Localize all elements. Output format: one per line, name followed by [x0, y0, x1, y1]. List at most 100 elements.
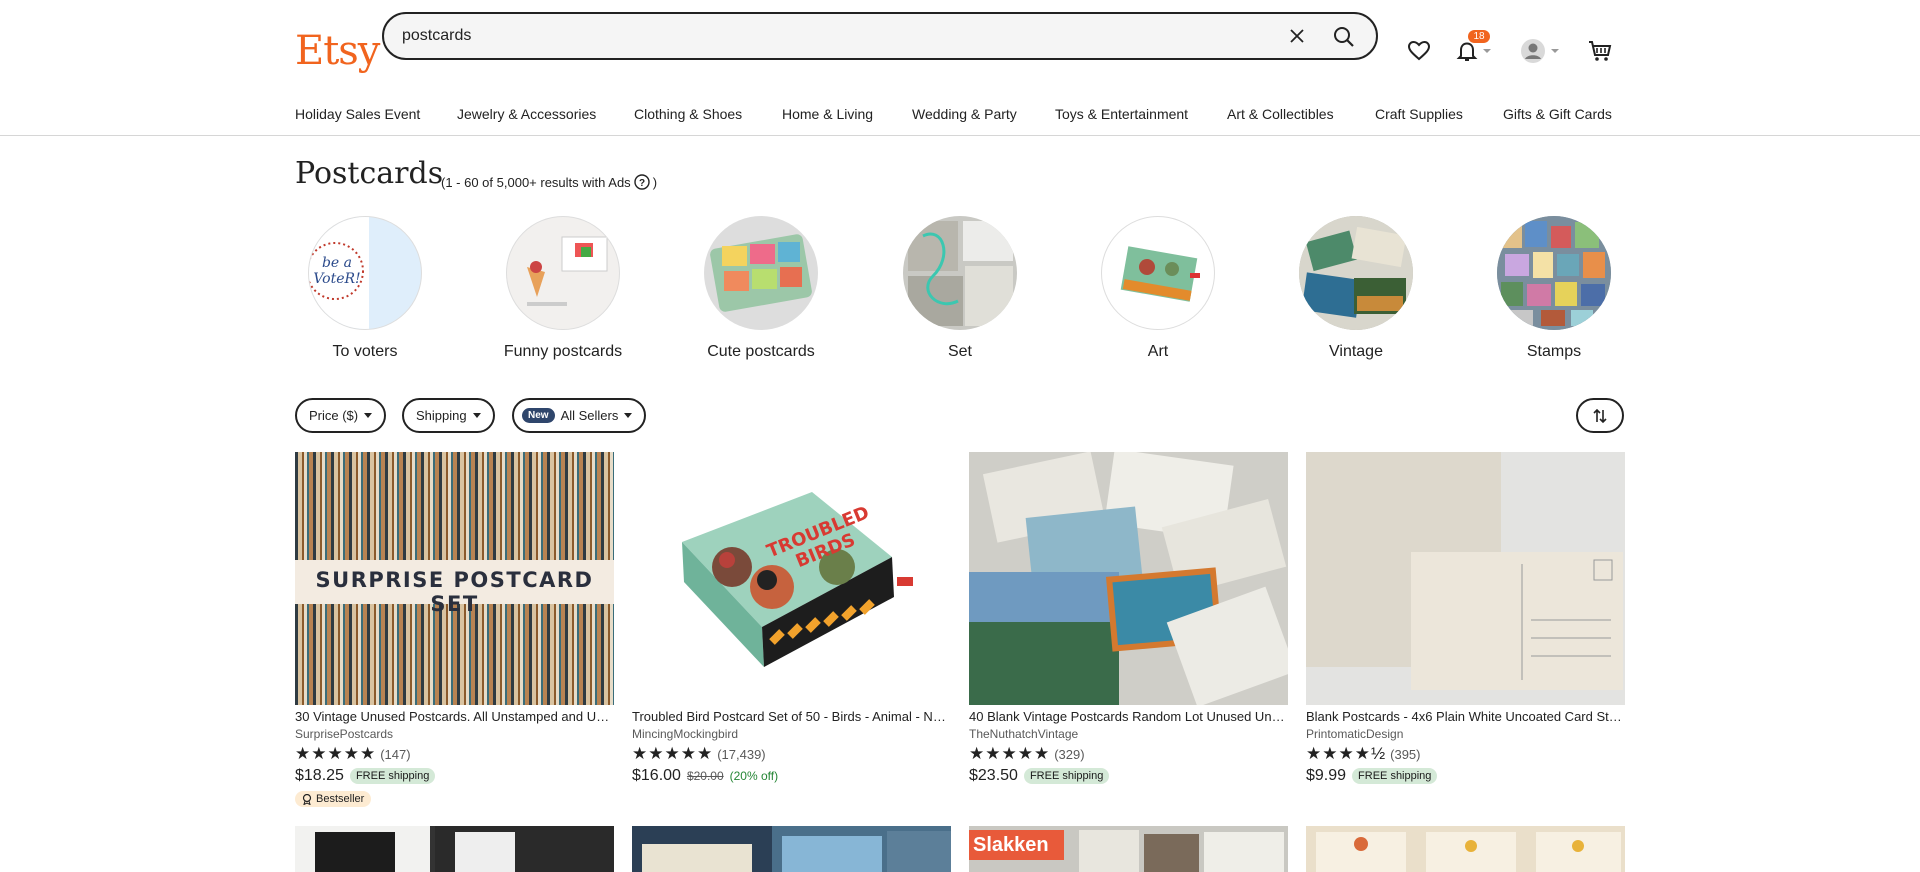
- category-image: [506, 216, 620, 330]
- account-avatar-icon[interactable]: [1520, 36, 1560, 66]
- category-image: [1497, 216, 1611, 330]
- site-header: Etsy 18 Holiday Sales Event Jewelry & Ac…: [0, 0, 1920, 136]
- caret-down-icon: [624, 412, 633, 418]
- price-row: $18.25 FREE shipping: [295, 767, 614, 785]
- review-count: (395): [1390, 746, 1421, 762]
- circle-category-label: Art: [1147, 343, 1169, 360]
- favorites-heart-icon[interactable]: [1408, 36, 1430, 66]
- search-icon[interactable]: [1329, 22, 1359, 52]
- listing-shop-name[interactable]: TheNuthatchVintage: [969, 727, 1288, 741]
- result-count-close-paren: ): [652, 174, 658, 190]
- circle-category-vintage[interactable]: Vintage: [1281, 216, 1431, 362]
- search-input[interactable]: [402, 24, 1262, 48]
- listing-shop-name[interactable]: MincingMockingbird: [632, 727, 951, 741]
- award-ribbon-icon: [302, 793, 312, 805]
- chevron-down-icon: [1483, 49, 1491, 53]
- chevron-down-icon: [1551, 49, 1559, 53]
- free-shipping-badge: FREE shipping: [349, 768, 436, 784]
- notification-count-badge: 18: [1468, 30, 1490, 43]
- search-bar[interactable]: [382, 12, 1378, 60]
- listing-image-row2[interactable]: [1306, 826, 1625, 872]
- category-image: [1299, 216, 1413, 330]
- category-image: [704, 216, 818, 330]
- sort-button[interactable]: [1576, 398, 1624, 433]
- nav-gifts-gift-cards[interactable]: Gifts & Gift Cards: [1503, 106, 1612, 122]
- nav-holiday-sales-event[interactable]: Holiday Sales Event: [295, 106, 420, 122]
- listing-image[interactable]: SURPRISE POSTCARD SET: [295, 452, 614, 705]
- star-rating-icon: ★★★★★: [632, 744, 714, 763]
- nav-craft-supplies[interactable]: Craft Supplies: [1375, 106, 1463, 122]
- page-title: Postcards: [295, 156, 444, 191]
- listing-title[interactable]: Troubled Bird Postcard Set of 50 - Birds…: [632, 709, 951, 724]
- free-shipping-badge: FREE shipping: [1023, 768, 1110, 784]
- sort-arrows-icon: [1593, 408, 1607, 423]
- listing-image-row2[interactable]: [632, 826, 951, 872]
- free-shipping-badge: FREE shipping: [1352, 768, 1438, 784]
- price-row: $16.00 $20.00 (20% off): [632, 767, 951, 785]
- listing-price: $23.50: [969, 767, 1018, 784]
- star-rating-icon: ★★★★★: [295, 744, 377, 763]
- shipping-filter-label: Shipping: [416, 408, 467, 423]
- circle-category-label: Vintage: [1329, 343, 1383, 360]
- caret-down-icon: [364, 412, 373, 418]
- circle-category-label: Set: [947, 343, 972, 360]
- nav-home-living[interactable]: Home & Living: [782, 106, 873, 122]
- shipping-filter-button[interactable]: Shipping: [402, 398, 495, 433]
- listing-rating: ★★★★★ (17,439): [632, 744, 951, 764]
- review-count: (17,439): [717, 746, 766, 762]
- ads-help-icon[interactable]: ?: [633, 174, 650, 190]
- original-price: $20.00: [686, 769, 724, 783]
- nav-toys-entertainment[interactable]: Toys & Entertainment: [1055, 106, 1188, 122]
- listing-image[interactable]: [1306, 452, 1625, 705]
- discount-label: (20% off): [729, 769, 779, 783]
- listing-rating: ★★★★★ (147): [295, 744, 614, 764]
- circle-category-to-voters[interactable]: be a VoteR! To voters: [290, 216, 440, 362]
- listing-shop-name[interactable]: PrintomaticDesign: [1306, 727, 1625, 741]
- listing-shop-name[interactable]: SurprisePostcards: [295, 727, 614, 741]
- new-badge: New: [522, 408, 555, 423]
- bestseller-badge: Bestseller: [295, 791, 372, 807]
- listing-image[interactable]: TROUBLED BIRDS: [632, 452, 951, 705]
- etsy-logo[interactable]: Etsy: [295, 28, 380, 74]
- category-image: [1101, 216, 1215, 330]
- cart-icon[interactable]: [1588, 36, 1612, 66]
- listing-card[interactable]: 40 Blank Vintage Postcards Random Lot Un…: [969, 452, 1288, 785]
- listing-image-row2[interactable]: [295, 826, 614, 872]
- sellers-filter-label: All Sellers: [560, 408, 619, 423]
- listing-card[interactable]: TROUBLED BIRDS Troubled Bird Postcard Se…: [632, 452, 951, 785]
- sellers-filter-button[interactable]: New All Sellers: [512, 398, 647, 433]
- nav-clothing-shoes[interactable]: Clothing & Shoes: [634, 106, 742, 122]
- listing-card[interactable]: Blank Postcards - 4x6 Plain White Uncoat…: [1306, 452, 1625, 785]
- listing-title[interactable]: Blank Postcards - 4x6 Plain White Uncoat…: [1306, 709, 1625, 724]
- circle-category-label: To voters: [332, 343, 398, 360]
- listing-image[interactable]: [969, 452, 1288, 705]
- result-count: (1 - 60 of 5,000+ results with Ads ? ): [441, 174, 657, 190]
- category-image: be a VoteR!: [308, 216, 422, 330]
- slakken-label: Slakken: [973, 834, 1049, 856]
- circle-category-stamps[interactable]: Stamps: [1479, 216, 1629, 362]
- listing-price: $16.00: [632, 767, 681, 784]
- nav-art-collectibles[interactable]: Art & Collectibles: [1227, 106, 1334, 122]
- circle-category-label: Funny postcards: [503, 343, 623, 360]
- nav-wedding-party[interactable]: Wedding & Party: [912, 106, 1017, 122]
- circle-category-funny-postcards[interactable]: Funny postcards: [488, 216, 638, 362]
- price-row: $9.99 FREE shipping: [1306, 767, 1625, 785]
- listing-title[interactable]: 40 Blank Vintage Postcards Random Lot Un…: [969, 709, 1288, 724]
- listing-image-row2[interactable]: Slakken: [969, 826, 1288, 872]
- circle-category-cute-postcards[interactable]: Cute postcards: [686, 216, 836, 362]
- review-count: (147): [380, 746, 411, 762]
- price-filter-button[interactable]: Price ($): [295, 398, 387, 433]
- clear-search-icon[interactable]: [1286, 25, 1308, 47]
- circle-category-art[interactable]: Art: [1083, 216, 1233, 362]
- listing-title[interactable]: 30 Vintage Unused Postcards. All Unstamp…: [295, 709, 614, 724]
- nav-jewelry-accessories[interactable]: Jewelry & Accessories: [457, 106, 596, 122]
- caret-down-icon: [472, 412, 481, 418]
- result-count-text: (1 - 60 of 5,000+ results with Ads: [441, 174, 631, 190]
- circle-category-set[interactable]: Set: [885, 216, 1035, 362]
- price-row: $23.50 FREE shipping: [969, 767, 1288, 785]
- listing-price: $18.25: [295, 767, 344, 784]
- listing-card[interactable]: SURPRISE POSTCARD SET 30 Vintage Unused …: [295, 452, 614, 810]
- review-count: (329): [1054, 746, 1085, 762]
- bestseller-label: Bestseller: [316, 793, 365, 805]
- listing-rating: ★★★★★ (329): [969, 744, 1288, 764]
